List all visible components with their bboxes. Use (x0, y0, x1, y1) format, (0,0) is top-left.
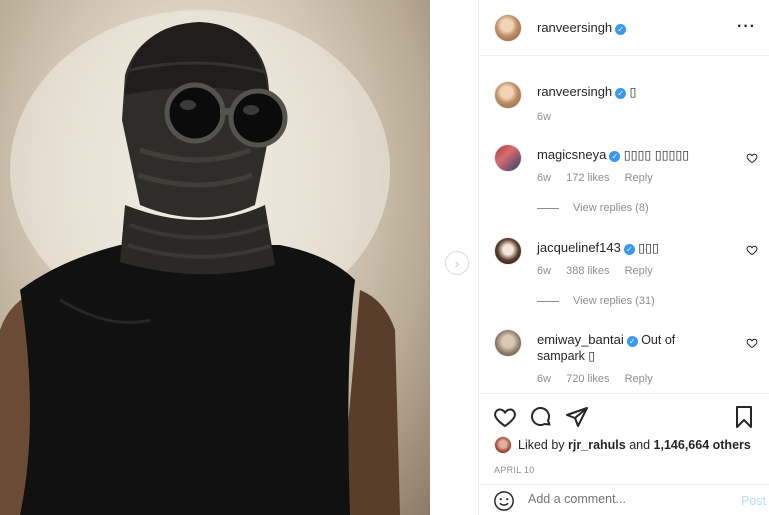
post-photo[interactable] (0, 0, 430, 515)
like-comment-heart-icon[interactable] (746, 244, 758, 256)
comment-text: ▯▯▯ (638, 241, 659, 255)
post-modal: › ranveersingh✓ ··· ranveersingh✓ ▯ 6w (0, 0, 769, 515)
comments-list[interactable]: ranveersingh ✓ ▯ 6w magicsneya ✓ ▯▯▯▯ ▯▯▯▯… (479, 57, 769, 393)
liker-avatar[interactable] (494, 436, 512, 454)
reply-button[interactable]: Reply (625, 172, 653, 184)
liked-by-and: and (629, 438, 651, 452)
comment-time[interactable]: 6w (537, 172, 551, 184)
liked-by: Liked by rjr_rahuls and 1,146,664 others (494, 436, 764, 454)
verified-badge-icon: ✓ (609, 151, 621, 162)
like-comment-heart-icon[interactable] (746, 337, 758, 349)
caption-avatar[interactable] (494, 81, 522, 109)
comment-text: ▯▯▯▯ ▯▯▯▯▯ (623, 148, 690, 162)
reply-button[interactable]: Reply (625, 265, 653, 277)
comment-input[interactable] (528, 492, 718, 506)
like-comment-heart-icon[interactable] (746, 152, 758, 164)
comment-time[interactable]: 6w (537, 373, 551, 385)
likes-count[interactable]: 1,146,664 others (654, 438, 751, 452)
caption-author[interactable]: ranveersingh (537, 84, 612, 99)
more-options-icon[interactable]: ··· (737, 18, 756, 36)
save-bookmark-icon[interactable] (732, 405, 756, 429)
post-side-panel: ranveersingh ✓ ··· ranveersingh ✓ ▯ 6w mag… (478, 0, 769, 515)
view-replies-label: View replies (8) (573, 202, 649, 214)
post-comment-button[interactable]: Post (741, 494, 766, 508)
comment-body: emiway_bantai ✓ Out of sampark ▯ (537, 332, 697, 364)
verified-badge-icon: ✓ (626, 336, 638, 347)
comment-likes[interactable]: 172 likes (566, 172, 609, 184)
comment-item: emiway_bantai ✓ Out of sampark ▯ 6w 720 l… (494, 329, 764, 389)
comment-time[interactable]: 6w (537, 265, 551, 277)
divider-line (537, 207, 559, 209)
add-comment-bar: Post (479, 484, 769, 515)
author-username[interactable]: ranveersingh ✓ (537, 20, 627, 35)
comment-author[interactable]: jacquelinef143 (537, 240, 621, 255)
caption-text: ▯ (629, 85, 637, 99)
comment-body: magicsneya ✓ ▯▯▯▯ ▯▯▯▯▯ (537, 147, 742, 163)
view-replies-button[interactable]: View replies (31) (537, 295, 655, 307)
comment-meta: 6w 172 likes Reply (537, 172, 665, 184)
liked-by-prefix: Liked by (518, 438, 565, 452)
reply-button[interactable]: Reply (625, 373, 653, 385)
post-actions: Liked by rjr_rahuls and 1,146,664 others… (479, 393, 769, 515)
comment-meta: 6w 720 likes Reply (537, 373, 665, 385)
next-post-button[interactable]: › (445, 251, 469, 275)
comment-item: magicsneya ✓ ▯▯▯▯ ▯▯▯▯▯ 6w 172 likes Repl… (494, 144, 764, 224)
chevron-right-icon: › (454, 255, 460, 271)
verified-badge-icon: ✓ (615, 24, 627, 35)
comment-likes[interactable]: 388 likes (566, 265, 609, 277)
carousel-gap: › (430, 0, 478, 515)
share-send-icon[interactable] (565, 405, 589, 429)
comment-author[interactable]: magicsneya (537, 147, 606, 162)
caption-meta: 6w (537, 111, 563, 123)
commenter-avatar[interactable] (494, 144, 522, 172)
liker-username[interactable]: rjr_rahuls (568, 438, 626, 452)
comment-item: jacquelinef143 ✓ ▯▯▯ 6w 388 likes Reply V… (494, 237, 764, 317)
comment-body: jacquelinef143 ✓ ▯▯▯ (537, 240, 742, 256)
divider-line (537, 300, 559, 302)
comment-likes[interactable]: 720 likes (566, 373, 609, 385)
post-header: ranveersingh ✓ ··· (479, 0, 769, 56)
caption: ranveersingh ✓ ▯ 6w (494, 81, 764, 129)
comment-meta: 6w 388 likes Reply (537, 265, 665, 277)
post-date[interactable]: APRIL 10 (494, 465, 535, 475)
caption-time[interactable]: 6w (537, 111, 551, 123)
caption-body: ranveersingh ✓ ▯ (537, 84, 742, 100)
verified-badge-icon: ✓ (623, 244, 635, 255)
comment-author[interactable]: emiway_bantai (537, 332, 624, 347)
verified-badge-icon: ✓ (615, 88, 627, 99)
comment-bubble-icon[interactable] (529, 405, 553, 429)
emoji-icon[interactable] (493, 490, 515, 512)
commenter-avatar[interactable] (494, 237, 522, 265)
masked-person-image (0, 10, 400, 515)
view-replies-button[interactable]: View replies (8) (537, 202, 649, 214)
view-replies-label: View replies (31) (573, 295, 655, 307)
commenter-avatar[interactable] (494, 329, 522, 357)
author-avatar[interactable] (494, 14, 522, 42)
like-heart-icon[interactable] (493, 405, 517, 429)
